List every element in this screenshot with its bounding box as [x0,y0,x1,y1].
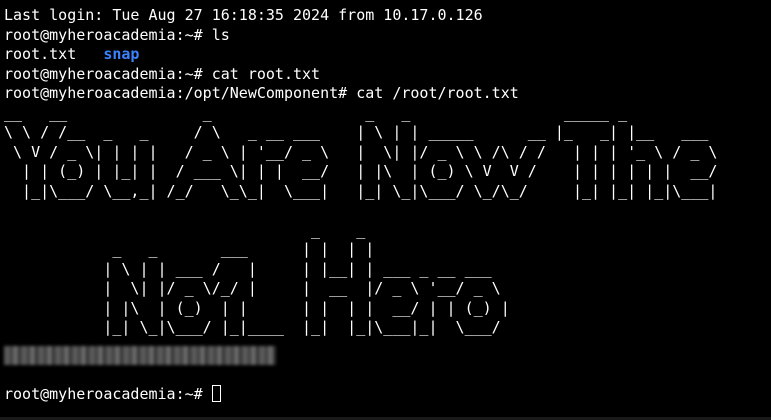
shell-prompt: root@myheroacademia:~# [4,64,212,83]
ascii-banner-bottom: _ _ _ _ ___ | | | | | \ | | ___ / | | |_… [103,220,510,337]
last-login-line: Last login: Tue Aug 27 16:18:35 2024 fro… [4,6,483,24]
shell-prompt: root@myheroacademia:~# [4,384,212,403]
terminal-window[interactable]: Last login: Tue Aug 27 16:18:35 2024 fro… [0,0,771,420]
ls-output-line: root.txt snap [4,45,771,65]
command-text: cat root.txt [211,64,321,83]
directory-entry: snap [103,45,140,63]
command-text: cat /root/root.txt [356,84,519,102]
shell-prompt: root@myheroacademia:~# [4,25,212,44]
ascii-banner-top: __ __ _ _ _ _____ _ \ \ / /__ _ _ / \ _ … [4,103,718,200]
command-line-cat: root@myheroacademia:~# cat root.txt [4,65,771,85]
file-entry: root.txt [4,45,77,63]
command-line-active[interactable]: root@myheroacademia:~# [4,384,771,405]
shell-prompt: root@myheroacademia:/opt/NewComponent# [4,84,357,102]
command-line-ls: root@myheroacademia:~# ls [4,26,771,46]
command-text: ls [211,25,230,44]
text-cursor [211,384,221,402]
redacted-flag [4,345,276,365]
command-line-cat-absolute: root@myheroacademia:/opt/NewComponent# c… [4,84,771,104]
